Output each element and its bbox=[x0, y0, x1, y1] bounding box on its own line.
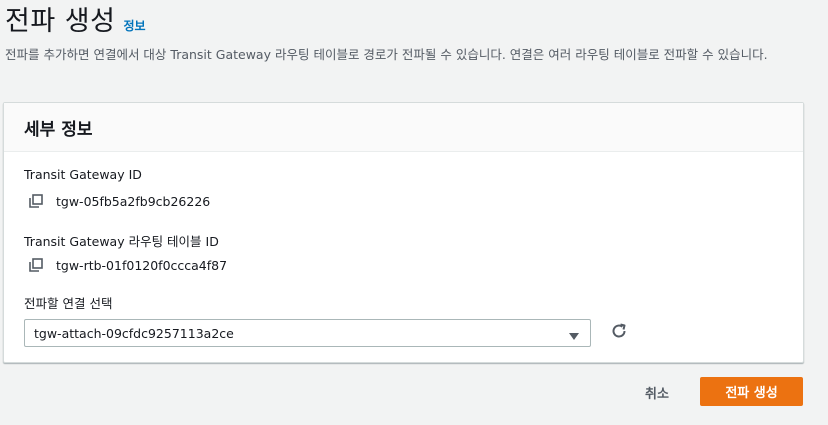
route-table-label: Transit Gateway 라우팅 테이블 ID bbox=[24, 234, 219, 249]
page-header: 전파 생성 정보 전파를 추가하면 연결에서 대상 Transit Gatewa… bbox=[5, 4, 820, 66]
details-panel-title: 세부 정보 bbox=[24, 119, 93, 140]
tgw-id-value: tgw-05fb5a2fb9cb26226 bbox=[56, 193, 211, 209]
page-description: 전파를 추가하면 연결에서 대상 Transit Gateway 라우팅 테이블… bbox=[5, 47, 768, 62]
copy-icon[interactable] bbox=[28, 257, 44, 273]
details-panel-header: 세부 정보 bbox=[4, 103, 803, 152]
route-table-row: tgw-rtb-01f0120f0ccca4f87 bbox=[28, 257, 227, 273]
page-title: 전파 생성 bbox=[5, 6, 116, 37]
attachment-select-value: tgw-attach-09cfdc9257113a2ce bbox=[34, 325, 234, 341]
tgw-id-label: Transit Gateway ID bbox=[24, 167, 142, 182]
route-table-value: tgw-rtb-01f0120f0ccca4f87 bbox=[56, 257, 228, 273]
title-row: 전파 생성 정보 bbox=[5, 4, 820, 40]
attachment-label: 전파할 연결 선택 bbox=[24, 296, 113, 311]
refresh-icon[interactable] bbox=[610, 322, 628, 340]
create-propagation-button[interactable]: 전파 생성 bbox=[700, 377, 803, 406]
attachment-select[interactable]: tgw-attach-09cfdc9257113a2ce bbox=[24, 319, 591, 347]
cancel-button[interactable]: 취소 bbox=[632, 379, 682, 405]
details-panel: 세부 정보 Transit Gateway ID tgw-05fb5a2fb9c… bbox=[3, 102, 804, 363]
tgw-id-row: tgw-05fb5a2fb9cb26226 bbox=[28, 193, 210, 209]
info-link[interactable]: 정보 bbox=[123, 17, 145, 34]
caret-down-icon bbox=[568, 327, 580, 340]
copy-icon[interactable] bbox=[28, 193, 44, 209]
